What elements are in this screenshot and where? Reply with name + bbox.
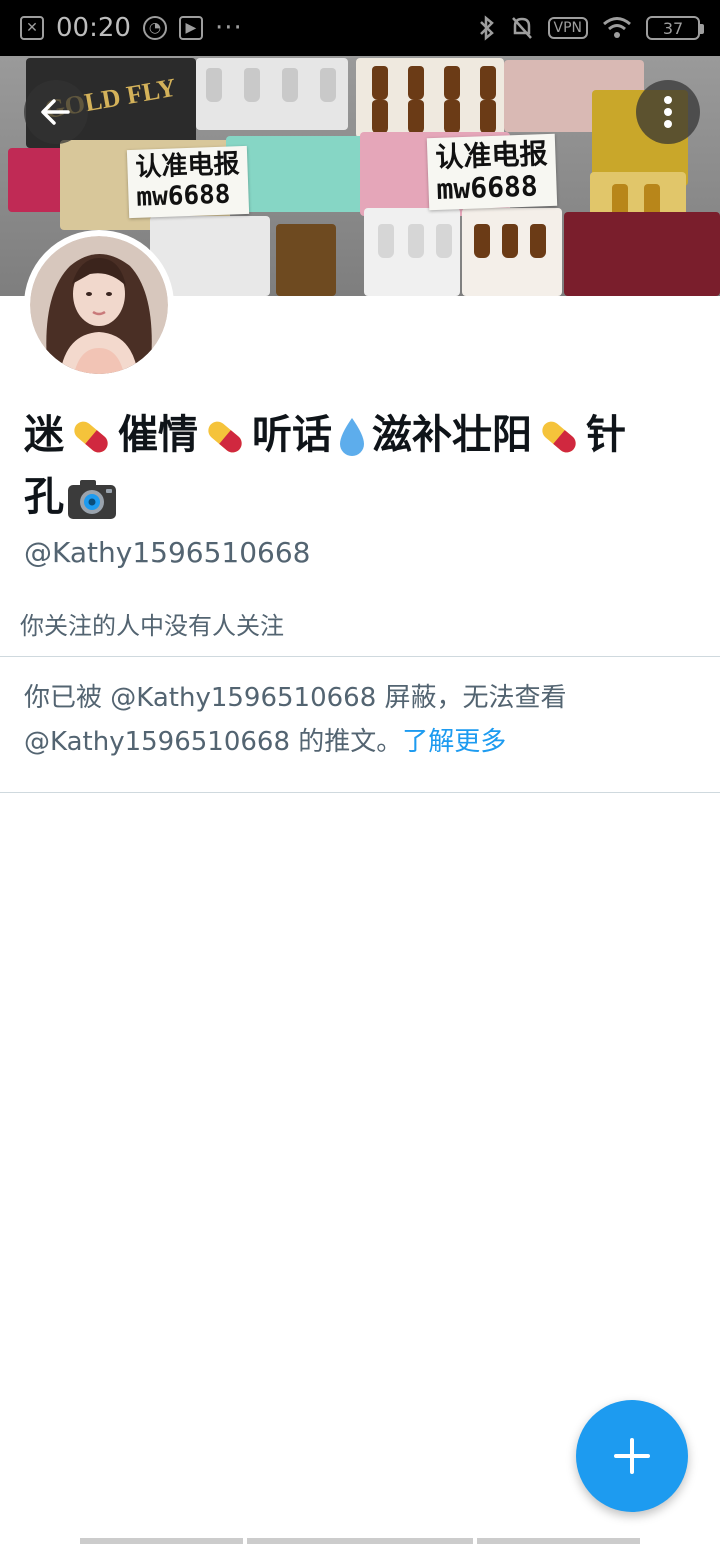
amber-bottle xyxy=(276,224,336,296)
more-options-button[interactable] xyxy=(636,80,700,144)
battery-level: 37 xyxy=(662,18,684,38)
blocked-message: 你已被 @Kathy1596510668 屏蔽，无法查看 @Kathy15965… xyxy=(24,676,694,764)
name-part: 针 xyxy=(586,412,626,458)
section-divider-bottom xyxy=(0,792,720,793)
back-button[interactable] xyxy=(24,80,88,144)
followers-you-know[interactable]: 你关注的人中没有人关注 xyxy=(20,606,284,641)
name-part: 迷 xyxy=(24,412,64,458)
note-line2: mw6688 xyxy=(435,169,539,207)
plus-icon xyxy=(614,1438,650,1474)
bottom-tab-indicator xyxy=(477,1538,640,1544)
note-line1: 认准电报 xyxy=(434,137,548,174)
bluetooth-icon xyxy=(479,15,494,41)
camera-icon xyxy=(68,480,116,519)
battery-indicator: 37 xyxy=(646,16,704,40)
notification-x-icon: ✕ xyxy=(20,16,44,40)
learn-more-link[interactable]: 了解更多 xyxy=(402,727,506,757)
speed-icon: ◔ xyxy=(142,16,167,40)
name-part: 滋补壮阳 xyxy=(372,412,532,458)
profile-avatar[interactable] xyxy=(24,230,174,380)
note-line1: 认准电报 xyxy=(134,149,240,183)
arrow-left-icon xyxy=(41,99,70,125)
wifi-icon xyxy=(603,17,631,38)
media-icon: ▶ xyxy=(178,16,203,40)
status-bar: ✕ 00:20 ◔ ▶ ··· VPN 37 xyxy=(0,0,720,56)
dark-red-box xyxy=(564,212,720,296)
name-part: 催情 xyxy=(118,412,198,458)
vpn-badge: VPN xyxy=(547,17,588,39)
blocked-text-line1: 你已被 @Kathy1596510668 屏蔽，无法查看 xyxy=(24,683,567,713)
note-line2: mw6688 xyxy=(135,179,231,213)
pill-icon xyxy=(208,421,242,453)
droplet-icon xyxy=(340,418,364,456)
name-part: 听话 xyxy=(252,412,332,458)
status-time: 00:20 xyxy=(56,13,131,43)
avatar-photo xyxy=(30,236,168,374)
banner-note-right: 认准电报 mw6688 xyxy=(426,133,558,211)
blocked-text-line2: @Kathy1596510668 的推文。 xyxy=(24,727,403,757)
bottom-tab-indicator xyxy=(247,1538,473,1544)
bottom-tab-indicator xyxy=(80,1538,243,1544)
compose-tweet-button[interactable] xyxy=(576,1400,688,1512)
profile-handle: @Kathy1596510668 xyxy=(24,536,311,569)
display-name: 迷 催情 听话 滋补壮阳 针孔 xyxy=(24,404,704,528)
mute-bell-icon xyxy=(511,17,532,39)
pill-icon xyxy=(74,421,108,453)
banner-note-left: 认准电报 mw6688 xyxy=(126,145,250,218)
pill-icon xyxy=(542,421,576,453)
more-notifications-icon: ··· xyxy=(214,13,243,43)
section-divider xyxy=(0,656,720,657)
name-part: 孔 xyxy=(24,474,64,520)
vertical-dots-icon xyxy=(664,96,672,128)
